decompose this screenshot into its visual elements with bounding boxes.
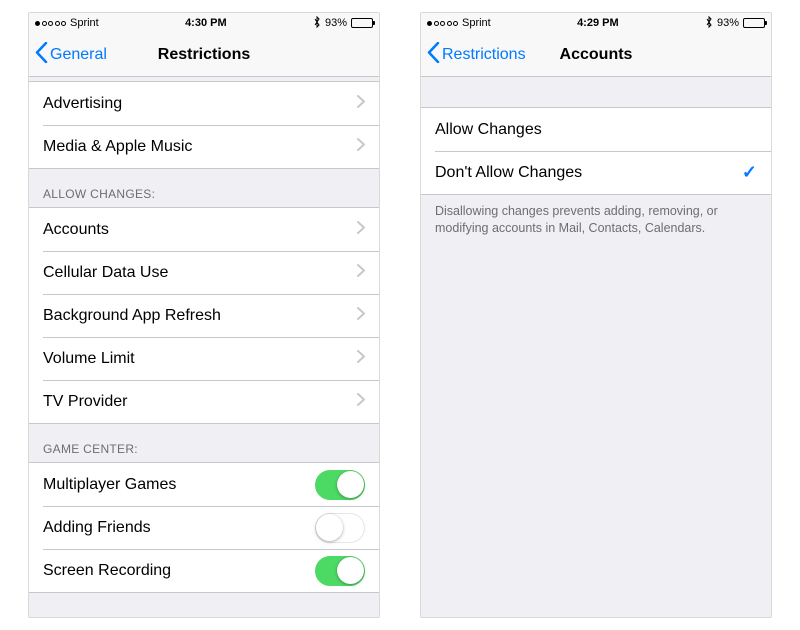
carrier-label: Sprint	[70, 17, 99, 29]
group-allow-changes: Accounts Cellular Data Use Background Ap…	[29, 207, 379, 424]
signal-dots-icon	[427, 21, 458, 26]
back-label: Restrictions	[442, 46, 526, 64]
group-options: Allow Changes Don't Allow Changes ✓	[421, 107, 771, 195]
back-button[interactable]: General	[35, 42, 107, 68]
carrier-label: Sprint	[462, 17, 491, 29]
row-multiplayer-games: Multiplayer Games	[29, 463, 379, 506]
nav-bar: Restrictions Accounts	[421, 33, 771, 77]
row-label: Adding Friends	[43, 519, 151, 537]
signal-dots-icon	[35, 21, 66, 26]
group-top: Advertising Media & Apple Music	[29, 81, 379, 169]
chevron-left-icon	[427, 42, 440, 68]
group-header-game-center: GAME CENTER:	[29, 424, 379, 462]
battery-pct: 93%	[325, 17, 347, 29]
chevron-right-icon	[357, 138, 365, 156]
row-label: Advertising	[43, 95, 122, 113]
toggle-screen-recording[interactable]	[315, 556, 365, 586]
chevron-right-icon	[357, 264, 365, 282]
status-time: 4:29 PM	[577, 17, 619, 29]
row-label: Background App Refresh	[43, 307, 221, 325]
toggle-adding-friends[interactable]	[315, 513, 365, 543]
content-area[interactable]: Advertising Media & Apple Music ALLOW CH…	[29, 77, 379, 617]
group-footer: Disallowing changes prevents adding, rem…	[421, 195, 771, 243]
chevron-right-icon	[357, 350, 365, 368]
row-label: Multiplayer Games	[43, 476, 176, 494]
row-tv-provider[interactable]: TV Provider	[29, 380, 379, 423]
battery-icon	[351, 18, 373, 28]
row-background-app-refresh[interactable]: Background App Refresh	[29, 294, 379, 337]
row-media-apple-music[interactable]: Media & Apple Music	[29, 125, 379, 168]
chevron-left-icon	[35, 42, 48, 68]
nav-bar: General Restrictions	[29, 33, 379, 77]
status-bar: Sprint 4:30 PM 93%	[29, 13, 379, 33]
bluetooth-icon	[705, 16, 713, 31]
row-dont-allow-changes[interactable]: Don't Allow Changes ✓	[421, 151, 771, 194]
row-label: Volume Limit	[43, 350, 135, 368]
row-label: Media & Apple Music	[43, 138, 192, 156]
row-label: Screen Recording	[43, 562, 171, 580]
chevron-right-icon	[357, 95, 365, 113]
checkmark-icon: ✓	[742, 162, 757, 183]
row-adding-friends: Adding Friends	[29, 506, 379, 549]
phone-right: Sprint 4:29 PM 93% Restrictions Accounts…	[420, 12, 772, 618]
row-volume-limit[interactable]: Volume Limit	[29, 337, 379, 380]
back-label: General	[50, 46, 107, 64]
bluetooth-icon	[313, 16, 321, 31]
group-game-center: Multiplayer Games Adding Friends Screen …	[29, 462, 379, 593]
chevron-right-icon	[357, 307, 365, 325]
row-label: TV Provider	[43, 393, 127, 411]
phone-left: Sprint 4:30 PM 93% General Restrictions …	[28, 12, 380, 618]
row-label: Don't Allow Changes	[435, 164, 582, 182]
row-accounts[interactable]: Accounts	[29, 208, 379, 251]
row-screen-recording: Screen Recording	[29, 549, 379, 592]
row-cellular-data[interactable]: Cellular Data Use	[29, 251, 379, 294]
group-header-allow-changes: ALLOW CHANGES:	[29, 169, 379, 207]
toggle-multiplayer-games[interactable]	[315, 470, 365, 500]
row-label: Accounts	[43, 221, 109, 239]
battery-icon	[743, 18, 765, 28]
row-label: Cellular Data Use	[43, 264, 168, 282]
row-allow-changes[interactable]: Allow Changes	[421, 108, 771, 151]
row-advertising[interactable]: Advertising	[29, 82, 379, 125]
battery-pct: 93%	[717, 17, 739, 29]
row-label: Allow Changes	[435, 121, 542, 139]
content-area[interactable]: Allow Changes Don't Allow Changes ✓ Disa…	[421, 77, 771, 617]
chevron-right-icon	[357, 221, 365, 239]
back-button[interactable]: Restrictions	[427, 42, 526, 68]
status-time: 4:30 PM	[185, 17, 227, 29]
chevron-right-icon	[357, 393, 365, 411]
status-bar: Sprint 4:29 PM 93%	[421, 13, 771, 33]
